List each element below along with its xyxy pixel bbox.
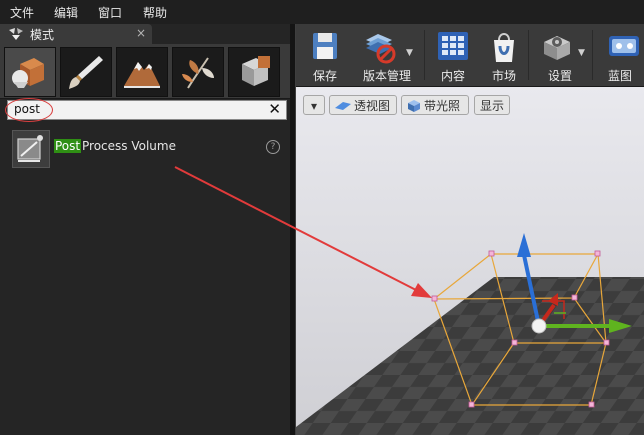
viewport-options-button[interactable]: ▾	[303, 95, 325, 115]
save-button[interactable]: 保存	[298, 24, 352, 86]
blueprint-label: 蓝图	[607, 69, 632, 83]
lit-icon	[408, 100, 420, 112]
level-viewport[interactable]: ▾ 透视图 带光照 显示	[296, 87, 644, 435]
viewport-scene[interactable]	[296, 87, 644, 435]
chevron-down-icon[interactable]: ▼	[578, 48, 585, 58]
menu-file[interactable]: 文件	[10, 4, 34, 21]
paint-mode-icon[interactable]	[60, 47, 112, 97]
source-control-button[interactable]: ▼ 版本管理	[354, 24, 420, 86]
annotation-ellipse	[5, 98, 53, 122]
view-mode-button[interactable]: 带光照	[401, 95, 469, 115]
source-control-icon	[366, 34, 396, 64]
search-match-highlight: Post	[54, 139, 82, 153]
foliage-mode-icon[interactable]	[172, 47, 224, 97]
chevron-down-icon: ▾	[310, 99, 318, 113]
toolbar-divider	[424, 30, 425, 80]
source-control-label: 版本管理	[362, 69, 411, 83]
place-mode-icon[interactable]	[4, 47, 56, 97]
main-toolbar: 保存 ▼ 版本管理 内容 市场 ▼ 设置 蓝图	[296, 24, 644, 87]
perspective-button[interactable]: 透视图	[329, 95, 397, 115]
blueprint-icon	[609, 36, 639, 56]
modes-tab[interactable]: 模式 ×	[0, 24, 152, 44]
show-button[interactable]: 显示	[474, 95, 510, 115]
list-item-post-process-volume[interactable]: Post Process Volume ?	[10, 130, 285, 168]
marketplace-icon	[494, 33, 514, 62]
perspective-icon	[335, 102, 351, 110]
post-process-volume-icon	[12, 130, 50, 168]
marketplace-label: 市场	[491, 69, 516, 83]
marketplace-button[interactable]: 市场	[482, 24, 526, 86]
save-icon	[313, 33, 337, 59]
blueprint-button[interactable]: 蓝图	[596, 24, 644, 86]
viewport-toolbar: ▾ 透视图 带光照 显示	[296, 87, 644, 115]
modes-tab-title: 模式	[30, 28, 55, 42]
show-label: 显示	[479, 99, 504, 113]
settings-button[interactable]: ▼ 设置	[532, 24, 588, 86]
perspective-label: 透视图	[354, 99, 391, 113]
chevron-down-icon[interactable]: ▼	[406, 48, 413, 58]
save-label: 保存	[312, 69, 337, 83]
toolbar-divider	[528, 30, 529, 80]
content-icon	[438, 32, 468, 60]
modes-icon	[8, 27, 24, 41]
help-icon[interactable]: ?	[266, 140, 280, 154]
settings-label: 设置	[547, 69, 572, 83]
menu-help[interactable]: 帮助	[143, 4, 167, 21]
landscape-mode-icon[interactable]	[116, 47, 168, 97]
lit-label: 带光照	[424, 99, 461, 113]
geometry-mode-icon[interactable]	[228, 47, 280, 97]
menu-edit[interactable]: 编辑	[54, 4, 78, 21]
menu-bar: 文件 编辑 窗口 帮助	[0, 0, 644, 25]
result-label: Process Volume	[82, 139, 176, 153]
mode-tabs	[0, 44, 290, 99]
toolbar-divider	[592, 30, 593, 80]
close-icon[interactable]: ×	[136, 26, 146, 40]
menu-window[interactable]: 窗口	[98, 4, 122, 21]
clear-search-icon[interactable]: ✕	[268, 100, 281, 118]
content-label: 内容	[440, 69, 465, 83]
modes-panel: 模式 × post ✕ Post Process Volume ?	[0, 24, 290, 435]
content-button[interactable]: 内容	[428, 24, 478, 86]
settings-icon	[544, 36, 570, 60]
